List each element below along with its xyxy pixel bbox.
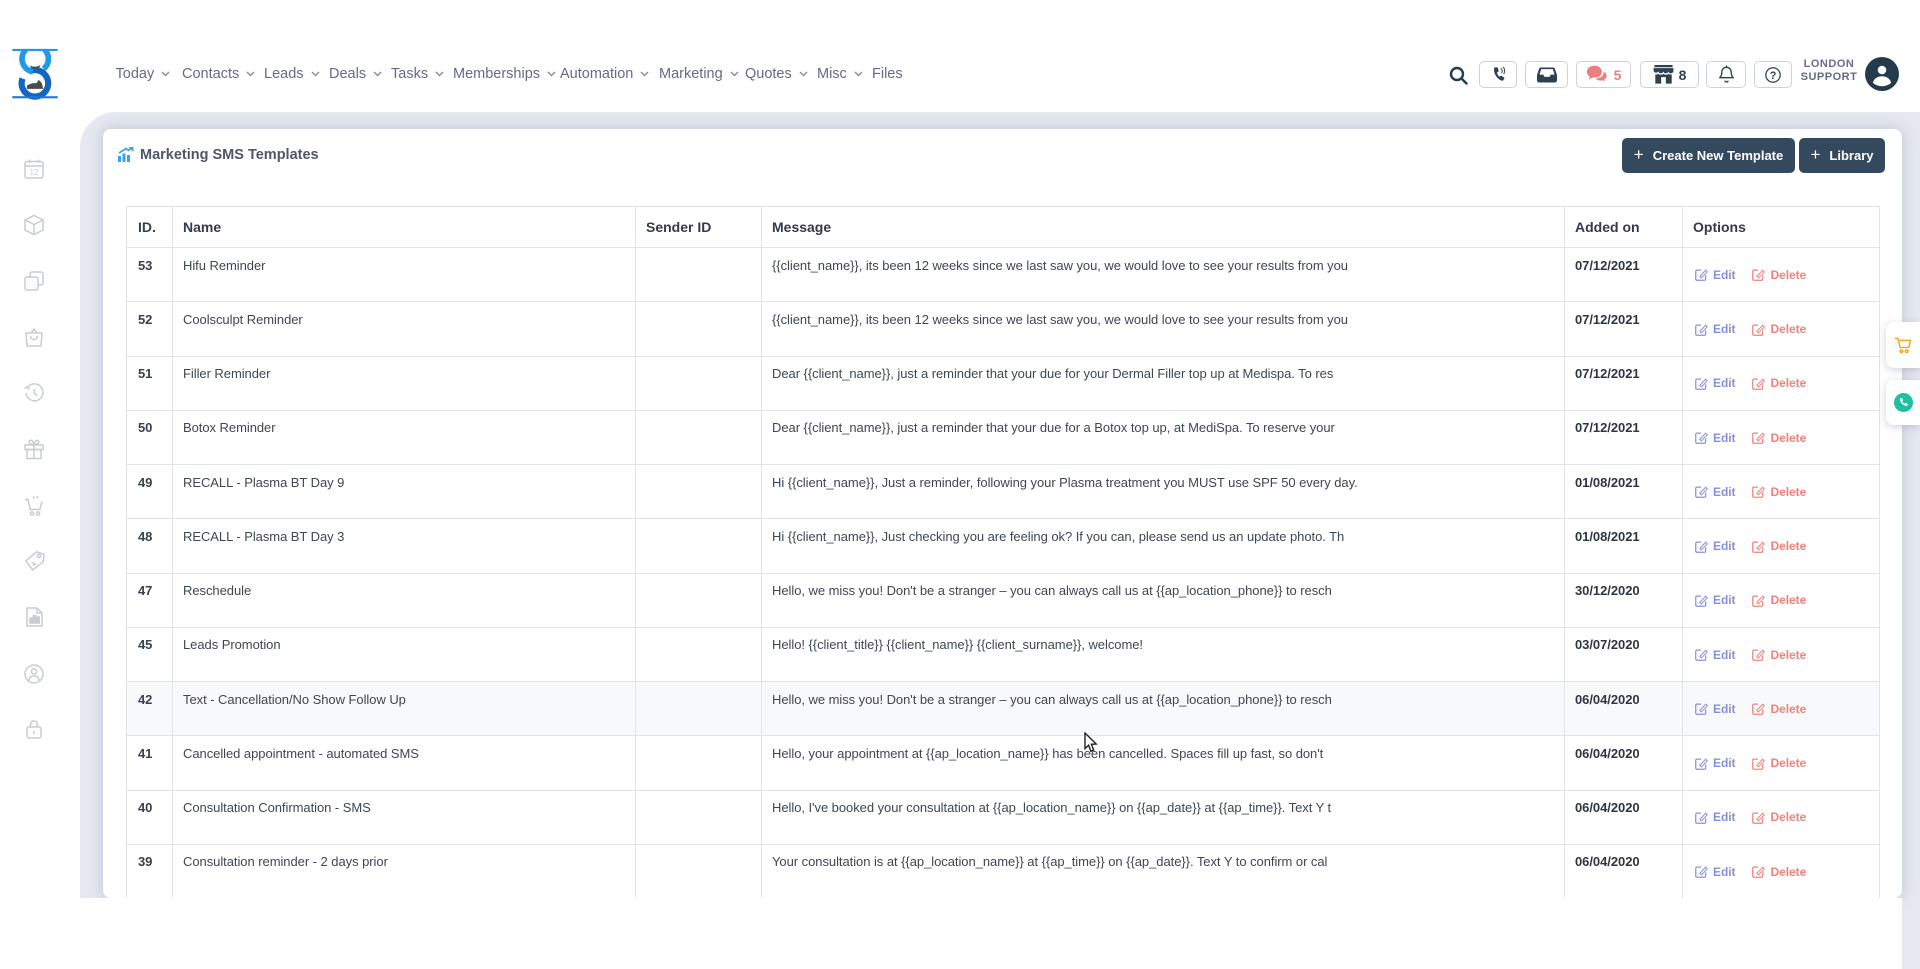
svg-text:12: 12 [30, 168, 39, 177]
svg-text:?: ? [1770, 69, 1777, 81]
